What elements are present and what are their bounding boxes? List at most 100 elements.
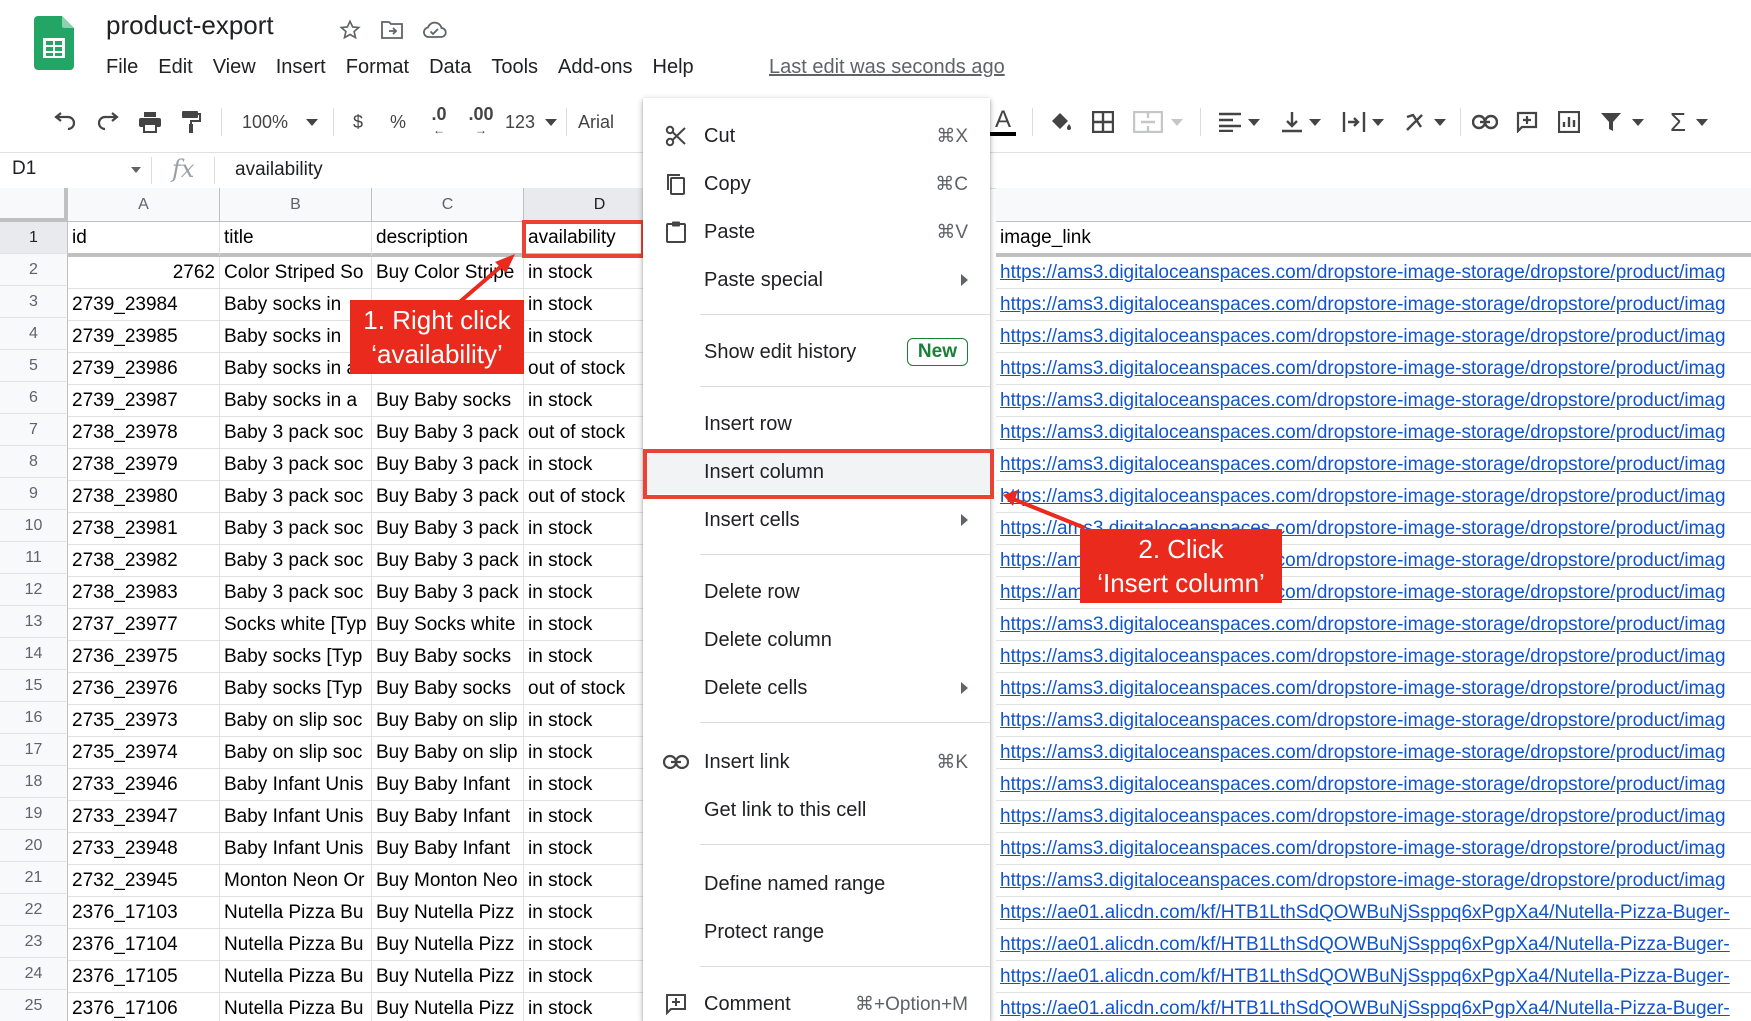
title-cell[interactable]: Baby 3 pack soc xyxy=(220,577,372,609)
menu-item-define-named-range[interactable]: Define named range xyxy=(643,862,990,906)
menu-item-show-edit-history[interactable]: Show edit history New xyxy=(643,330,990,374)
image-link-cell[interactable]: https://ams3.digitaloceanspaces.com/drop… xyxy=(996,353,1751,385)
column-header-b[interactable]: B xyxy=(220,188,372,222)
image-link-cell[interactable]: https://ae01.alicdn.com/kf/HTB1LthSdQOWB… xyxy=(996,961,1751,993)
title-cell[interactable]: Baby Infant Unis xyxy=(220,769,372,801)
image-link-cell[interactable]: https://ae01.alicdn.com/kf/HTB1LthSdQOWB… xyxy=(996,929,1751,961)
title-cell[interactable]: Baby Infant Unis xyxy=(220,833,372,865)
image-link-cell[interactable]: https://ams3.digitaloceanspaces.com/drop… xyxy=(996,705,1751,737)
name-box-dropdown-icon[interactable] xyxy=(131,167,141,173)
description-cell[interactable]: Buy Baby socks xyxy=(372,673,524,705)
header-cell-title[interactable]: title xyxy=(220,222,372,257)
menu-file[interactable]: File xyxy=(96,54,148,81)
id-cell[interactable]: 2733_23948 xyxy=(68,833,220,865)
print-icon[interactable] xyxy=(134,106,166,138)
cloud-status-icon[interactable] xyxy=(420,16,448,44)
more-formats-select[interactable]: 123 xyxy=(505,106,557,138)
image-link-cell[interactable]: https://ams3.digitaloceanspaces.com/drop… xyxy=(996,769,1751,801)
id-cell[interactable]: 2376_17106 xyxy=(68,993,220,1021)
id-cell[interactable]: 2735_23973 xyxy=(68,705,220,737)
formula-input[interactable]: availability xyxy=(235,159,323,181)
id-cell[interactable]: 2735_23974 xyxy=(68,737,220,769)
description-cell[interactable]: Buy Color Stripe xyxy=(372,257,524,289)
title-cell[interactable]: Nutella Pizza Bu xyxy=(220,929,372,961)
title-cell[interactable]: Color Striped So xyxy=(220,257,372,289)
id-cell[interactable]: 2738_23979 xyxy=(68,449,220,481)
font-select[interactable]: Arial xyxy=(578,106,638,138)
menu-item-delete-cells[interactable]: Delete cells xyxy=(643,666,990,710)
description-cell[interactable]: Buy Baby Infant xyxy=(372,833,524,865)
menu-item-get-link[interactable]: Get link to this cell xyxy=(643,788,990,832)
document-title[interactable]: product-export xyxy=(106,10,274,41)
description-cell[interactable]: Buy Socks white xyxy=(372,609,524,641)
menu-view[interactable]: View xyxy=(203,54,266,81)
title-cell[interactable]: Socks white [Typ xyxy=(220,609,372,641)
name-box[interactable]: D1 xyxy=(12,158,36,180)
column-header-a[interactable]: A xyxy=(68,188,220,222)
title-cell[interactable]: Baby on slip soc xyxy=(220,737,372,769)
image-link-cell[interactable]: https://ams3.digitaloceanspaces.com/drop… xyxy=(996,417,1751,449)
vertical-align-icon[interactable] xyxy=(1276,106,1326,138)
title-cell[interactable]: Baby socks in a xyxy=(220,385,372,417)
row-header[interactable]: 5 xyxy=(0,350,68,382)
menu-tools[interactable]: Tools xyxy=(481,54,548,81)
column-header-e[interactable] xyxy=(996,188,1751,222)
image-link-cell[interactable]: https://ae01.alicdn.com/kf/HTB1LthSdQOWB… xyxy=(996,897,1751,929)
row-header[interactable]: 7 xyxy=(0,414,68,446)
menu-data[interactable]: Data xyxy=(419,54,481,81)
image-link-cell[interactable]: https://ams3.digitaloceanspaces.com/drop… xyxy=(996,257,1751,289)
image-link-cell[interactable]: https://ams3.digitaloceanspaces.com/drop… xyxy=(996,673,1751,705)
image-link-cell[interactable]: https://ams3.digitaloceanspaces.com/drop… xyxy=(996,481,1751,513)
sheets-logo-icon[interactable] xyxy=(34,16,74,70)
row-header[interactable]: 21 xyxy=(0,862,68,894)
title-cell[interactable]: Baby socks [Typ xyxy=(220,641,372,673)
title-cell[interactable]: Nutella Pizza Bu xyxy=(220,993,372,1021)
menu-item-paste[interactable]: Paste ⌘V xyxy=(643,210,990,254)
id-cell[interactable]: 2738_23982 xyxy=(68,545,220,577)
description-cell[interactable]: Buy Nutella Pizz xyxy=(372,993,524,1021)
menu-item-insert-column[interactable]: Insert column xyxy=(643,450,990,494)
id-cell[interactable]: 2762 xyxy=(68,257,220,289)
title-cell[interactable]: Baby Infant Unis xyxy=(220,801,372,833)
fill-color-icon[interactable] xyxy=(1046,106,1076,138)
row-header[interactable]: 17 xyxy=(0,734,68,766)
borders-icon[interactable] xyxy=(1088,106,1118,138)
header-cell-description[interactable]: description xyxy=(372,222,524,257)
id-cell[interactable]: 2376_17104 xyxy=(68,929,220,961)
menu-format[interactable]: Format xyxy=(336,54,419,81)
image-link-cell[interactable]: https://ams3.digitaloceanspaces.com/drop… xyxy=(996,289,1751,321)
id-cell[interactable]: 2733_23947 xyxy=(68,801,220,833)
image-link-cell[interactable]: https://ams3.digitaloceanspaces.com/drop… xyxy=(996,801,1751,833)
title-cell[interactable]: Baby 3 pack soc xyxy=(220,449,372,481)
id-cell[interactable]: 2737_23977 xyxy=(68,609,220,641)
row-header[interactable]: 24 xyxy=(0,958,68,990)
filter-icon[interactable] xyxy=(1596,106,1648,138)
column-header-c[interactable]: C xyxy=(372,188,524,222)
id-cell[interactable]: 2732_23945 xyxy=(68,865,220,897)
row-header[interactable]: 13 xyxy=(0,606,68,638)
row-header[interactable]: 18 xyxy=(0,766,68,798)
row-header[interactable]: 11 xyxy=(0,542,68,574)
id-cell[interactable]: 2376_17105 xyxy=(68,961,220,993)
description-cell[interactable]: Buy Nutella Pizz xyxy=(372,897,524,929)
row-header[interactable]: 15 xyxy=(0,670,68,702)
text-rotation-icon[interactable] xyxy=(1400,106,1450,138)
id-cell[interactable]: 2738_23983 xyxy=(68,577,220,609)
insert-chart-icon[interactable] xyxy=(1554,106,1584,138)
image-link-cell[interactable]: https://ae01.alicdn.com/kf/HTB1LthSdQOWB… xyxy=(996,993,1751,1021)
description-cell[interactable]: Buy Baby on slip xyxy=(372,737,524,769)
description-cell[interactable]: Buy Nutella Pizz xyxy=(372,929,524,961)
increase-decimal-button[interactable]: .00 → xyxy=(464,105,498,138)
row-header[interactable]: 9 xyxy=(0,478,68,510)
menu-item-insert-link[interactable]: Insert link ⌘K xyxy=(643,740,990,784)
row-header[interactable]: 25 xyxy=(0,990,68,1021)
description-cell[interactable]: Buy Nutella Pizz xyxy=(372,961,524,993)
id-cell[interactable]: 2739_23984 xyxy=(68,289,220,321)
menu-item-cut[interactable]: Cut ⌘X xyxy=(643,114,990,158)
id-cell[interactable]: 2739_23987 xyxy=(68,385,220,417)
description-cell[interactable]: Buy Baby socks xyxy=(372,641,524,673)
description-cell[interactable]: Buy Baby 3 pack xyxy=(372,417,524,449)
description-cell[interactable]: Buy Baby socks xyxy=(372,385,524,417)
header-cell-id[interactable]: id xyxy=(68,222,220,257)
title-cell[interactable]: Baby 3 pack soc xyxy=(220,545,372,577)
